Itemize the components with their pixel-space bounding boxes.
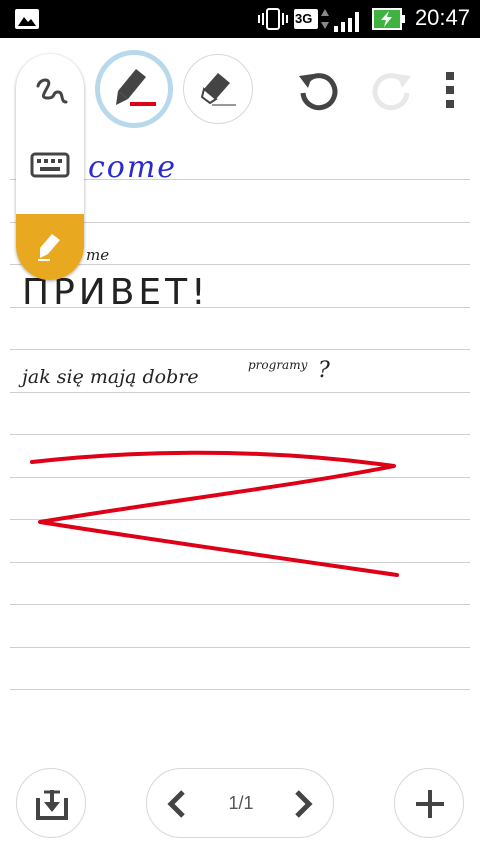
highlighter-icon[interactable] xyxy=(34,230,66,262)
bottom-bar: 1/1 xyxy=(0,760,480,854)
export-button[interactable] xyxy=(16,768,86,838)
image-notification-icon xyxy=(15,9,39,29)
signal-icon xyxy=(334,12,359,32)
keyboard-icon[interactable] xyxy=(30,150,70,180)
network-type-label: 3G xyxy=(295,11,313,26)
vibrate-icon xyxy=(258,8,288,30)
pen-tool-button[interactable] xyxy=(95,50,173,128)
eraser-icon xyxy=(200,73,236,106)
input-mode-selector xyxy=(16,54,84,280)
page-navigator: 1/1 xyxy=(146,768,334,838)
export-tray-icon xyxy=(36,790,68,820)
eraser-tool-button[interactable] xyxy=(183,54,253,124)
network-type-badge: 3G xyxy=(294,9,318,29)
next-page-icon[interactable] xyxy=(293,789,315,819)
data-arrows-icon xyxy=(321,9,329,29)
battery-charging-icon xyxy=(372,8,405,30)
add-page-button[interactable] xyxy=(394,768,464,838)
undo-icon[interactable] xyxy=(294,66,344,116)
pen-icon xyxy=(116,69,156,106)
status-bar: 3G 20:47 xyxy=(0,0,480,38)
plus-icon xyxy=(416,790,444,818)
handwriting-icon[interactable] xyxy=(30,72,70,112)
more-vertical-icon[interactable] xyxy=(440,70,460,110)
redo-icon[interactable] xyxy=(366,66,416,116)
status-clock: 20:47 xyxy=(414,5,470,30)
